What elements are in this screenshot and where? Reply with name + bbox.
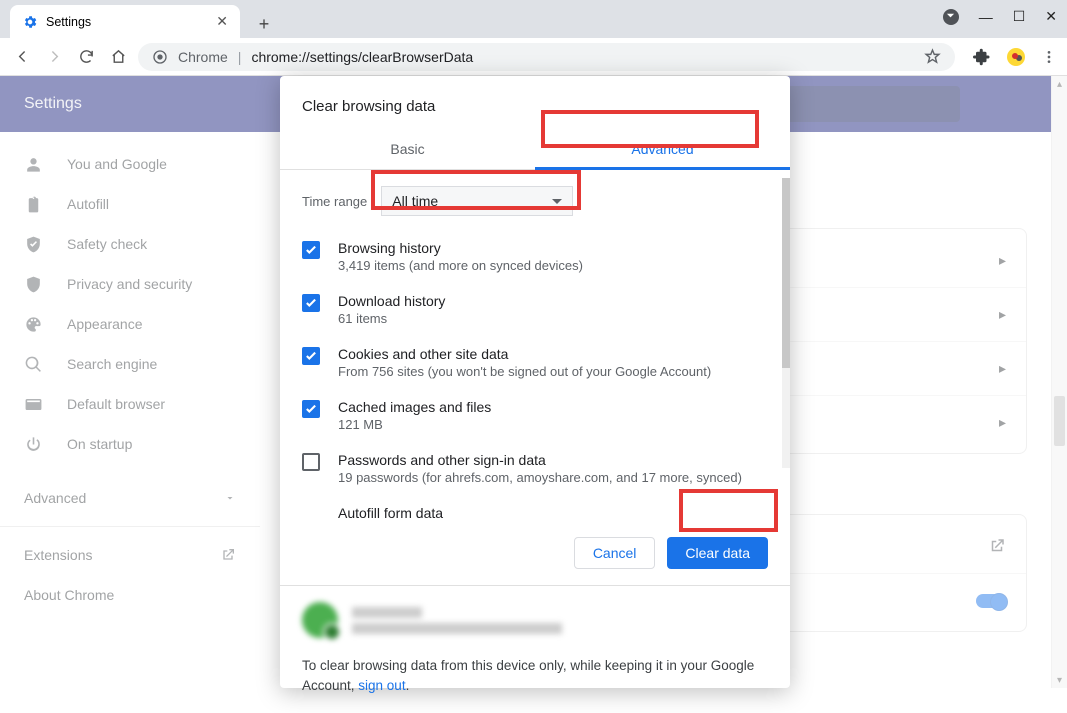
option-subtitle: From 756 sites (you won't be signed out … [338,364,711,379]
option-download-history[interactable]: Download history 61 items [302,287,768,340]
dialog-body: Time range All time Browsing history 3,41… [280,170,790,527]
tab-close-icon[interactable]: ✕ [216,13,228,30]
cancel-button[interactable]: Cancel [574,537,656,569]
profile-icon[interactable] [943,9,959,25]
menu-dots-icon[interactable] [1041,49,1057,65]
option-title: Autofill form data [338,505,443,521]
dialog-footer: To clear browsing data from this device … [280,585,790,713]
chevron-down-icon [552,199,562,204]
checkbox-checked[interactable] [302,400,320,418]
account-info-blurred [352,607,562,634]
browser-toolbar: Chrome | chrome://settings/clearBrowserD… [0,38,1067,76]
site-info-icon [152,49,168,65]
forward-button[interactable] [42,45,66,69]
dialog-title: Clear browsing data [280,76,790,129]
clear-data-button[interactable]: Clear data [667,537,768,569]
option-subtitle: 19 passwords (for ahrefs.com, amoyshare.… [338,470,742,485]
browser-titlebar: Settings ✕ + — ☐ ✕ [0,0,1067,38]
option-subtitle: 3,419 items (and more on synced devices) [338,258,583,273]
tab-advanced[interactable]: Advanced [535,129,790,169]
checkbox-unchecked[interactable] [302,453,320,471]
option-title: Browsing history [338,240,583,256]
browser-tab[interactable]: Settings ✕ [10,5,240,38]
window-close-button[interactable]: ✕ [1045,8,1057,25]
sign-out-link[interactable]: sign out [358,678,405,693]
tab-basic[interactable]: Basic [280,129,535,169]
account-avatar [302,602,338,638]
dialog-actions: Cancel Clear data [280,527,790,585]
omnibox-scheme: Chrome [178,49,228,65]
time-range-label: Time range [302,194,367,209]
option-title: Cached images and files [338,399,491,415]
gear-icon [22,14,38,30]
omnibox-url: chrome://settings/clearBrowserData [251,49,473,65]
address-bar[interactable]: Chrome | chrome://settings/clearBrowserD… [138,43,955,71]
time-range-select[interactable]: All time [381,186,573,216]
option-cookies[interactable]: Cookies and other site data From 756 site… [302,340,768,393]
option-title: Passwords and other sign-in data [338,452,742,468]
new-tab-button[interactable]: + [250,10,278,38]
bookmark-star-icon[interactable] [924,48,941,65]
scrollbar-thumb[interactable] [782,178,790,368]
option-subtitle: 121 MB [338,417,491,432]
back-button[interactable] [10,45,34,69]
home-button[interactable] [106,45,130,69]
window-maximize-button[interactable]: ☐ [1013,8,1026,25]
dialog-tabs: Basic Advanced [280,129,790,170]
option-browsing-history[interactable]: Browsing history 3,419 items (and more on… [302,234,768,287]
option-title: Download history [338,293,445,309]
checkbox-checked[interactable] [302,347,320,365]
option-autofill[interactable]: Autofill form data [302,499,768,523]
option-cached[interactable]: Cached images and files 121 MB [302,393,768,446]
checkbox-checked[interactable] [302,241,320,259]
tab-title: Settings [46,15,91,29]
clear-data-dialog: Clear browsing data Basic Advanced Time … [280,76,790,688]
reload-button[interactable] [74,45,98,69]
option-subtitle: 61 items [338,311,445,326]
extensions-icon[interactable] [973,48,991,66]
time-range-value: All time [392,193,438,209]
option-passwords[interactable]: Passwords and other sign-in data 19 passw… [302,446,768,499]
checkbox-checked[interactable] [302,294,320,312]
option-title: Cookies and other site data [338,346,711,362]
window-minimize-button[interactable]: — [979,9,993,25]
dialog-scrollbar[interactable] [782,178,790,468]
extension-badge-icon[interactable] [1007,48,1025,66]
